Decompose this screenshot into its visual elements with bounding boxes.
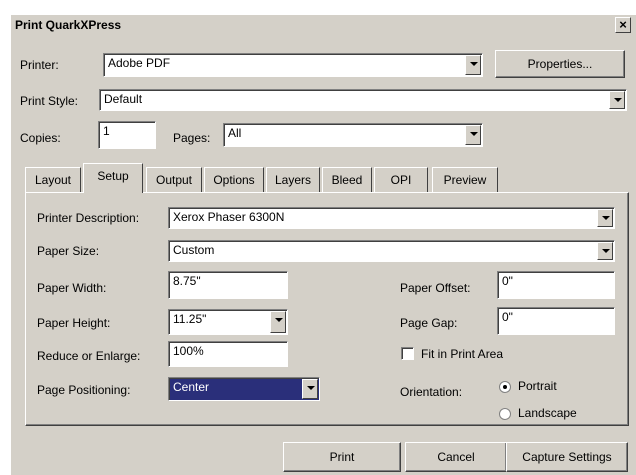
paper-width-label: Paper Width: (37, 281, 107, 295)
portrait-label: Portrait (518, 379, 557, 393)
tab-output-label: Output (155, 173, 193, 187)
page-gap-value: 0" (502, 310, 513, 324)
print-style-value: Default (104, 92, 143, 106)
printer-description-value: Xerox Phaser 6300N (173, 210, 285, 224)
properties-button[interactable]: Properties... (495, 50, 625, 78)
page-positioning-label: Page Positioning: (37, 383, 131, 397)
printer-dropdown-arrow-icon[interactable] (465, 55, 481, 75)
pages-label: Pages: (173, 131, 211, 145)
printer-description-label: Printer Description: (37, 211, 140, 225)
pages-select[interactable]: All (223, 123, 483, 147)
page-positioning-value: Center (173, 380, 210, 394)
close-button[interactable]: × (615, 17, 631, 33)
printer-select[interactable]: Adobe PDF (103, 53, 483, 77)
title-bar[interactable]: Print QuarkXPress × (11, 15, 636, 35)
page-positioning-select[interactable]: Center (168, 377, 320, 401)
tab-setup-label: Setup (97, 169, 129, 183)
print-style-select[interactable]: Default (99, 89, 627, 111)
print-style-label: Print Style: (20, 94, 79, 108)
copies-value: 1 (103, 124, 110, 138)
copies-input[interactable]: 1 (98, 121, 156, 149)
landscape-label: Landscape (518, 406, 577, 420)
landscape-radio[interactable] (499, 408, 511, 420)
close-icon: × (619, 17, 627, 32)
orientation-label: Orientation: (400, 385, 463, 399)
tab-options-label: Options (213, 173, 255, 187)
tab-preview[interactable]: Preview (432, 167, 498, 192)
tab-preview-label: Preview (443, 173, 487, 187)
paper-size-select[interactable]: Custom (168, 240, 615, 262)
tab-bleed[interactable]: Bleed (322, 167, 372, 192)
printer-value: Adobe PDF (108, 56, 171, 70)
paper-height-value: 11.25" (173, 312, 207, 326)
paper-size-label: Paper Size: (37, 244, 100, 258)
tab-output[interactable]: Output (146, 167, 202, 192)
tab-opi-label: OPI (390, 173, 412, 187)
paper-height-select[interactable]: 11.25" (168, 309, 288, 335)
paper-offset-value: 0" (502, 274, 513, 288)
tab-layers-label: Layers (274, 173, 312, 187)
paper-size-dropdown-arrow-icon[interactable] (597, 242, 613, 260)
paper-height-dropdown-arrow-icon[interactable] (270, 311, 286, 333)
window-title: Print QuarkXPress (15, 18, 122, 32)
print-button[interactable]: Print (283, 442, 401, 472)
page-positioning-dropdown-arrow-icon[interactable] (302, 379, 318, 399)
cancel-button[interactable]: Cancel (405, 442, 507, 472)
tab-layers[interactable]: Layers (266, 167, 320, 192)
print-dialog: Print QuarkXPress × Printer: Adobe PDF P… (10, 14, 636, 475)
tab-bleed-label: Bleed (331, 173, 363, 187)
properties-button-label: Properties... (527, 57, 593, 71)
copies-label: Copies: (20, 131, 61, 145)
paper-height-label: Paper Height: (37, 316, 111, 330)
reduce-enlarge-input[interactable]: 100% (168, 341, 288, 367)
page-gap-input[interactable]: 0" (497, 307, 615, 335)
tab-layout[interactable]: Layout (25, 167, 81, 192)
paper-offset-label: Paper Offset: (400, 281, 471, 295)
pages-dropdown-arrow-icon[interactable] (465, 125, 481, 145)
tab-layout-label: Layout (34, 173, 72, 187)
tab-opi[interactable]: OPI (374, 167, 428, 192)
printer-label: Printer: (20, 58, 59, 72)
page-gap-label: Page Gap: (400, 316, 458, 330)
cancel-button-label: Cancel (437, 450, 475, 464)
capture-settings-button[interactable]: Capture Settings (506, 442, 628, 472)
reduce-enlarge-value: 100% (173, 344, 204, 358)
tab-options[interactable]: Options (204, 167, 264, 192)
paper-width-input[interactable]: 8.75" (168, 271, 288, 299)
pages-value: All (228, 126, 242, 140)
print-button-label: Print (329, 450, 355, 464)
print-style-dropdown-arrow-icon[interactable] (609, 91, 625, 109)
paper-size-value: Custom (173, 243, 215, 257)
capture-settings-button-label: Capture Settings (522, 450, 612, 464)
paper-offset-input[interactable]: 0" (497, 271, 615, 299)
paper-width-value: 8.75" (173, 274, 201, 288)
portrait-radio[interactable] (499, 381, 511, 393)
reduce-enlarge-label: Reduce or Enlarge: (37, 349, 141, 363)
printer-description-select[interactable]: Xerox Phaser 6300N (168, 207, 615, 229)
printer-description-dropdown-arrow-icon[interactable] (597, 209, 613, 227)
tab-setup[interactable]: Setup (83, 163, 143, 193)
fit-in-print-area-label: Fit in Print Area (421, 347, 504, 361)
fit-in-print-area-checkbox[interactable] (401, 347, 414, 360)
